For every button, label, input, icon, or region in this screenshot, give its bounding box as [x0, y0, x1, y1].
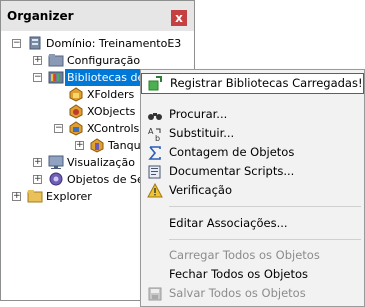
menu-item-close-all[interactable]: Fechar Todos os Objetos [141, 264, 364, 285]
replace-icon: Ab [148, 127, 161, 142]
library-icon [48, 71, 64, 84]
explorer-folder-icon [27, 190, 43, 203]
menu-item-verify[interactable]: Verificação [141, 180, 364, 201]
organizer-titlebar: Organizer x [1, 1, 194, 31]
domain-icon [29, 36, 41, 50]
menu-item-load-all[interactable]: Carregar Todos os Objetos [141, 245, 364, 266]
register-icon [148, 76, 162, 91]
tank-icon [90, 138, 104, 153]
xfolder-icon [69, 87, 83, 102]
panel-title: Organizer [7, 9, 74, 23]
menu-item-document-scripts[interactable]: Documentar Scripts... [141, 161, 364, 182]
xcontrol-icon [69, 121, 83, 136]
expander-domain[interactable]: − [12, 39, 21, 48]
menu-item-save-all[interactable]: Salvar Todos os Objetos [141, 283, 364, 304]
context-menu: Registrar Bibliotecas Carregadas! Procur… [140, 69, 365, 307]
svg-text:b: b [155, 134, 160, 142]
sigma-icon [148, 146, 161, 160]
close-icon[interactable]: x [171, 10, 187, 26]
server-objects-icon [49, 172, 63, 186]
expander-tank[interactable]: + [75, 141, 84, 150]
expander-libraries[interactable]: − [33, 73, 42, 82]
expander-servers[interactable]: + [33, 175, 42, 184]
expander-xcontrols[interactable]: − [54, 124, 63, 133]
save-icon [148, 287, 162, 301]
expander-visual[interactable]: + [33, 158, 42, 167]
menu-separator [169, 239, 361, 240]
menu-item-edit-associations[interactable]: Editar Associações... [141, 213, 364, 234]
menu-item-count-objects[interactable]: Contagem de Objetos [141, 142, 364, 163]
expander-explorer[interactable]: + [12, 192, 21, 201]
menu-item-find[interactable]: Procurar... [141, 104, 364, 125]
binoculars-icon [148, 113, 162, 120]
expander-config[interactable]: + [33, 56, 42, 65]
document-icon [148, 165, 161, 179]
menu-separator [169, 206, 361, 207]
menu-item-replace[interactable]: Ab Substituir... [141, 123, 364, 144]
xobject-icon [69, 104, 83, 119]
folder-icon [48, 54, 64, 67]
display-icon [48, 155, 64, 169]
svg-text:A: A [148, 127, 154, 136]
menu-item-register-libraries[interactable]: Registrar Bibliotecas Carregadas! [141, 73, 364, 94]
warning-icon [147, 183, 163, 198]
